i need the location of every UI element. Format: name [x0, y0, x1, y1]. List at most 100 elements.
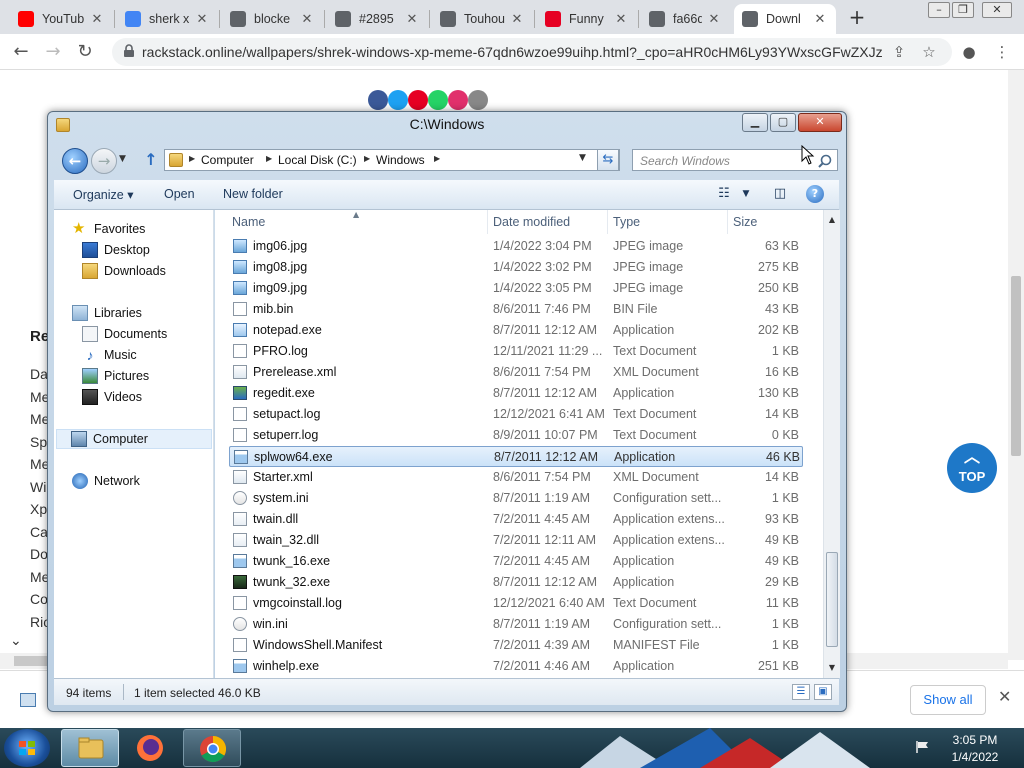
tab-close-icon[interactable]: ✕ — [509, 12, 525, 27]
tab-close-icon[interactable]: ✕ — [404, 12, 420, 27]
browser-tab[interactable]: #2895 ✕ — [327, 4, 428, 34]
close-button[interactable]: ✕ — [798, 113, 842, 132]
nav-item-desktop[interactable]: Desktop — [82, 240, 150, 260]
page-vertical-scrollbar[interactable] — [1008, 70, 1024, 660]
maximize-button[interactable]: ▢ — [770, 113, 796, 132]
related-link[interactable]: Wi — [30, 479, 46, 495]
view-options-dropdown-icon[interactable]: ▼ — [736, 185, 756, 203]
tab-close-icon[interactable]: ✕ — [299, 12, 315, 27]
file-list-scrollbar[interactable]: ▲ ▼ — [823, 210, 840, 678]
open-button[interactable]: Open — [164, 187, 195, 201]
organize-menu-button[interactable]: Organize ▾ — [73, 187, 133, 202]
column-header-size[interactable]: Size — [733, 215, 757, 229]
social-share-icon[interactable] — [368, 90, 388, 110]
browser-close-button[interactable]: ✕ — [982, 2, 1012, 18]
social-share-icon[interactable] — [408, 90, 428, 110]
tab-close-icon[interactable]: ✕ — [194, 12, 210, 27]
social-share-icon[interactable] — [428, 90, 448, 110]
breadcrumb-arrow-icon[interactable]: ▶ — [189, 154, 195, 163]
file-row[interactable]: twunk_16.exe 7/2/2011 4:45 AM Application 4… — [229, 551, 803, 572]
column-header-date[interactable]: Date modified — [493, 215, 570, 229]
close-icon[interactable]: ✕ — [998, 687, 1011, 706]
tab-close-icon[interactable]: ✕ — [812, 12, 828, 27]
nav-item-downloads[interactable]: Downloads — [82, 261, 166, 281]
refresh-icon[interactable]: ⇆ — [597, 149, 619, 171]
history-dropdown-icon[interactable]: ▼ — [119, 154, 126, 164]
scroll-up-arrow-icon[interactable]: ▲ — [824, 212, 840, 228]
nav-item-libraries[interactable]: Libraries — [72, 303, 142, 323]
action-center-flag-icon[interactable] — [915, 740, 931, 754]
nav-item-documents[interactable]: Documents — [82, 324, 167, 344]
clock-date[interactable]: 1/4/2022 — [940, 750, 1010, 764]
scrollbar-thumb[interactable] — [1011, 276, 1021, 456]
breadcrumb-arrow-icon[interactable]: ▶ — [434, 154, 440, 163]
related-link[interactable]: Co — [30, 591, 48, 607]
breadcrumb-arrow-icon[interactable]: ▶ — [266, 154, 272, 163]
up-arrow-icon[interactable]: ↑ — [142, 150, 160, 170]
related-link[interactable]: Xp — [30, 501, 47, 517]
file-row[interactable]: img09.jpg 1/4/2022 3:05 PM JPEG image 250 K… — [229, 278, 803, 299]
column-divider[interactable] — [607, 210, 608, 234]
browser-tab[interactable]: sherk x ✕ — [117, 4, 218, 34]
clock-time[interactable]: 3:05 PM — [940, 733, 1010, 747]
column-header-name[interactable]: Name — [232, 215, 265, 229]
search-icon[interactable] — [817, 153, 833, 169]
taskbar-chrome-button[interactable] — [183, 729, 241, 767]
change-view-icon[interactable]: ☷ — [714, 185, 734, 203]
address-bar[interactable]: rackstack.online/wallpapers/shrek-window… — [112, 38, 952, 66]
file-row[interactable]: img08.jpg 1/4/2022 3:02 PM JPEG image 275 K… — [229, 257, 803, 278]
address-bar[interactable]: ▶ Computer ▶ Local Disk (C:) ▶ Windows ▶ — [164, 149, 620, 171]
file-row[interactable]: system.ini 8/7/2011 1:19 AM Configuration … — [229, 488, 803, 509]
browser-tab[interactable]: Downl ✕ — [734, 4, 836, 34]
browser-tab[interactable]: fa66d1 ✕ — [641, 4, 730, 34]
breadcrumb-local-disk[interactable]: Local Disk (C:) — [278, 153, 357, 167]
menu-kebab-icon[interactable]: ⋮ — [993, 43, 1011, 61]
scroll-down-arrow-icon[interactable]: ▼ — [824, 660, 840, 676]
nav-item-videos[interactable]: Videos — [82, 387, 142, 407]
back-arrow-icon[interactable]: ← — [10, 41, 32, 63]
browser-tab[interactable]: Funny ✕ — [537, 4, 637, 34]
nav-item-network[interactable]: Network — [72, 471, 140, 491]
help-icon[interactable]: ? — [806, 185, 824, 203]
social-share-icon[interactable] — [448, 90, 468, 110]
browser-tab[interactable]: YouTub ✕ — [10, 4, 113, 34]
new-folder-button[interactable]: New folder — [223, 187, 283, 201]
file-row[interactable]: setupact.log 12/12/2021 6:41 AM Text Docum… — [229, 404, 803, 425]
nav-item-music[interactable]: ♪ Music — [82, 345, 137, 365]
file-row[interactable]: img06.jpg 1/4/2022 3:04 PM JPEG image 63 KB — [229, 236, 803, 257]
browser-minimize-button[interactable]: – — [928, 2, 950, 18]
forward-arrow-icon[interactable]: → — [91, 148, 117, 174]
browser-restore-button[interactable]: ❐ — [952, 2, 974, 18]
show-all-downloads-button[interactable]: Show all — [910, 685, 986, 715]
chevron-down-icon[interactable]: ⌄ — [10, 633, 22, 649]
column-divider[interactable] — [487, 210, 488, 234]
browser-tab[interactable]: Touhou ✕ — [432, 4, 533, 34]
large-icons-view-icon[interactable]: ▣ — [814, 684, 832, 700]
back-arrow-icon[interactable]: ← — [62, 148, 88, 174]
nav-item-computer[interactable]: Computer — [56, 429, 212, 449]
tab-close-icon[interactable]: ✕ — [613, 12, 629, 27]
profile-avatar-icon[interactable]: ● — [960, 43, 978, 61]
file-row[interactable]: Prerelease.xml 8/6/2011 7:54 PM XML Docume… — [229, 362, 803, 383]
minimize-button[interactable]: ▁ — [742, 113, 768, 132]
download-file-icon[interactable] — [20, 693, 36, 707]
file-row[interactable]: twain_32.dll 7/2/2011 12:11 AM Application… — [229, 530, 803, 551]
nav-item-pictures[interactable]: Pictures — [82, 366, 149, 386]
social-share-icon[interactable] — [468, 90, 488, 110]
breadcrumb-arrow-icon[interactable]: ▶ — [364, 154, 370, 163]
column-header-type[interactable]: Type — [613, 215, 640, 229]
file-row[interactable]: notepad.exe 8/7/2011 12:12 AM Application 2… — [229, 320, 803, 341]
preview-pane-icon[interactable]: ◫ — [770, 185, 790, 203]
related-link[interactable]: Ca — [30, 524, 48, 540]
file-row[interactable]: WindowsShell.Manifest 7/2/2011 4:39 AM MAN… — [229, 635, 803, 656]
file-row[interactable]: Starter.xml 8/6/2011 7:54 PM XML Document 1… — [229, 467, 803, 488]
taskbar-firefox-button[interactable] — [121, 729, 179, 767]
tab-close-icon[interactable]: ✕ — [706, 12, 722, 27]
column-divider[interactable] — [727, 210, 728, 234]
file-row[interactable]: setuperr.log 8/9/2011 10:07 PM Text Docume… — [229, 425, 803, 446]
url-text[interactable]: rackstack.online/wallpapers/shrek-window… — [142, 44, 882, 60]
reload-icon[interactable]: ↻ — [74, 41, 96, 63]
file-row[interactable]: win.ini 8/7/2011 1:19 AM Configuration set… — [229, 614, 803, 635]
tab-close-icon[interactable]: ✕ — [89, 12, 105, 27]
related-link[interactable]: Sp — [30, 434, 47, 450]
